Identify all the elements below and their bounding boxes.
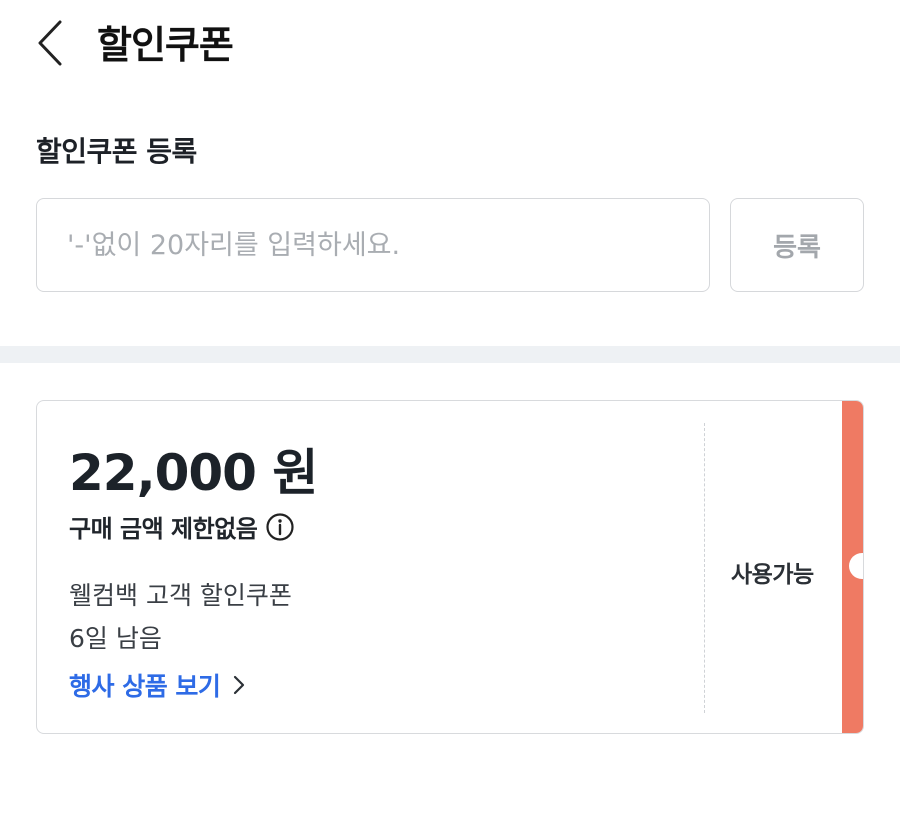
info-icon[interactable]	[265, 512, 295, 542]
chevron-left-icon[interactable]	[34, 18, 68, 68]
coupon-status: 사용가능	[731, 562, 814, 588]
coupon-amount: 22,000 원	[69, 444, 318, 502]
event-products-link[interactable]: 행사 상품 보기	[69, 667, 248, 703]
coupon-separator	[704, 423, 705, 713]
coupon-code-input[interactable]	[36, 198, 710, 292]
chevron-right-icon	[234, 675, 245, 695]
page-title: 할인쿠폰	[97, 23, 234, 67]
header: 할인쿠폰	[0, 0, 900, 90]
coupon-name: 웰컴백 고객 할인쿠폰	[69, 581, 292, 610]
coupon-card: 22,000 원 구매 금액 제한없음 웰컴백 고객 할인쿠폰 6일 남음 행사…	[36, 400, 864, 734]
coupon-expiry: 6일 남음	[69, 624, 162, 653]
coupon-condition: 구매 금액 제한없음	[69, 515, 258, 543]
event-products-link-label: 행사 상품 보기	[69, 672, 221, 701]
section-divider	[0, 346, 900, 363]
coupon-condition-row: 구매 금액 제한없음	[69, 509, 295, 544]
coupon-register-title: 할인쿠폰 등록	[36, 135, 197, 168]
register-button[interactable]: 등록	[730, 198, 864, 292]
